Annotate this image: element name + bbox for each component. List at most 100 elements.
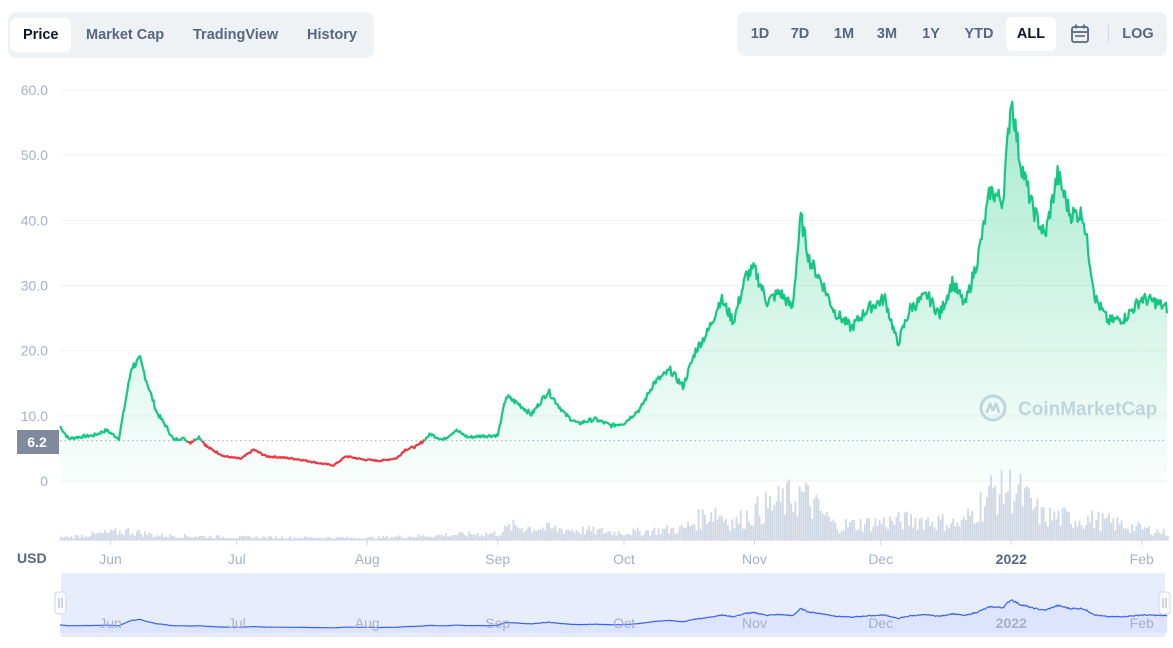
volume-bar [691,524,694,540]
volume-bar [156,535,159,540]
volume-bar [123,535,125,540]
volume-bar [270,536,273,540]
volume-bar [373,538,376,540]
volume-bar [895,516,898,540]
volume-bar [598,528,601,540]
volume-bar [817,498,820,540]
range-navigator[interactable]: Jun Jul Aug Sep Oct Nov Dec 2022 Feb [54,573,1171,635]
volume-bar [226,538,229,540]
volume-bar [1167,536,1169,540]
volume-bar [1055,519,1058,540]
volume-bar [198,535,201,540]
volume-bar [1007,491,1009,540]
volume-bar [1015,493,1018,540]
navigator-right-handle[interactable] [1158,591,1171,615]
volume-bar [855,530,858,540]
volume-bar [1164,535,1167,540]
volume-bar [342,537,344,540]
volume-bar [741,528,744,540]
volume-bar [104,530,106,540]
volume-bar [371,536,374,540]
watermark: CoinMarketCap [979,394,1157,422]
volume-bar [106,532,109,540]
volume-bar [72,538,75,540]
volume-bar [605,532,607,540]
volume-bar [110,529,113,540]
volume-bar [209,535,212,540]
volume-bar [180,538,182,540]
volume-bar [93,533,96,540]
volume-bar [1023,487,1026,540]
volume-bar [108,532,111,540]
tab-history[interactable]: History [294,18,370,52]
navigator-left-handle[interactable] [54,591,67,615]
volume-bar [613,531,616,540]
volume-bar [577,532,580,540]
volume-bar [1099,531,1102,540]
volume-bar [287,538,290,540]
tab-tradingview[interactable]: TradingView [180,18,291,52]
volume-bar [293,537,296,540]
volume-bar [468,531,471,540]
volume-bar [1152,535,1155,540]
volume-bar [361,538,363,540]
volume-bar [834,522,837,540]
volume-bar [918,518,921,540]
volume-bar [224,538,226,540]
volume-bar [388,538,391,540]
volume-bar [459,531,462,540]
volume-bar [175,538,178,540]
volume-bar [312,538,315,540]
volume-bar [91,531,94,540]
log-scale-button[interactable]: LOG [1117,17,1159,51]
range-1y-button[interactable]: 1Y [914,17,948,51]
range-1d-button[interactable]: 1D [743,17,777,51]
volume-bar [1082,528,1085,540]
volume-bar [350,537,353,540]
volume-bar [544,530,546,540]
volume-bar [1032,509,1035,540]
volume-bar [626,533,628,540]
volume-bar [735,516,738,540]
volume-bar [150,534,153,540]
volume-bar [729,530,732,540]
calendar-icon[interactable] [1063,17,1097,51]
navigator-x-label: Dec [868,615,893,631]
volume-bar [62,537,64,540]
volume-bar [299,538,302,540]
volume-bar [800,491,803,540]
volume-bar [946,525,948,540]
volume-bar [194,536,197,540]
volume-bar [811,519,814,540]
volume-bar [1087,516,1089,540]
volume-bar [165,536,167,540]
volume-bar [1011,513,1014,540]
volume-bar [805,482,807,540]
range-3m-button[interactable]: 3M [870,17,904,51]
volume-bar [243,535,245,540]
volume-bar [563,533,565,540]
volume-bar [1108,513,1110,540]
volume-bar [508,523,511,540]
volume-bar [1030,497,1032,540]
range-all-button[interactable]: ALL [1006,17,1056,51]
volume-bar [472,534,475,540]
volume-bar [207,537,210,540]
volume-bar [659,534,662,540]
volume-bar [396,536,399,540]
volume-bar [363,538,365,540]
tab-market-cap[interactable]: Market Cap [73,18,177,52]
volume-bar [171,536,174,540]
volume-bar [68,538,71,540]
volume-bar [891,520,894,540]
volume-bar [485,532,487,540]
volume-bar [1106,517,1108,540]
range-ytd-button[interactable]: YTD [957,17,1001,51]
volume-bar [880,524,883,540]
range-7d-button[interactable]: 7D [783,17,817,51]
range-1m-button[interactable]: 1M [827,17,861,51]
volume-bar [636,527,639,540]
volume-bar [310,536,313,540]
volume-bar [405,538,407,540]
tab-price[interactable]: Price [10,18,72,52]
